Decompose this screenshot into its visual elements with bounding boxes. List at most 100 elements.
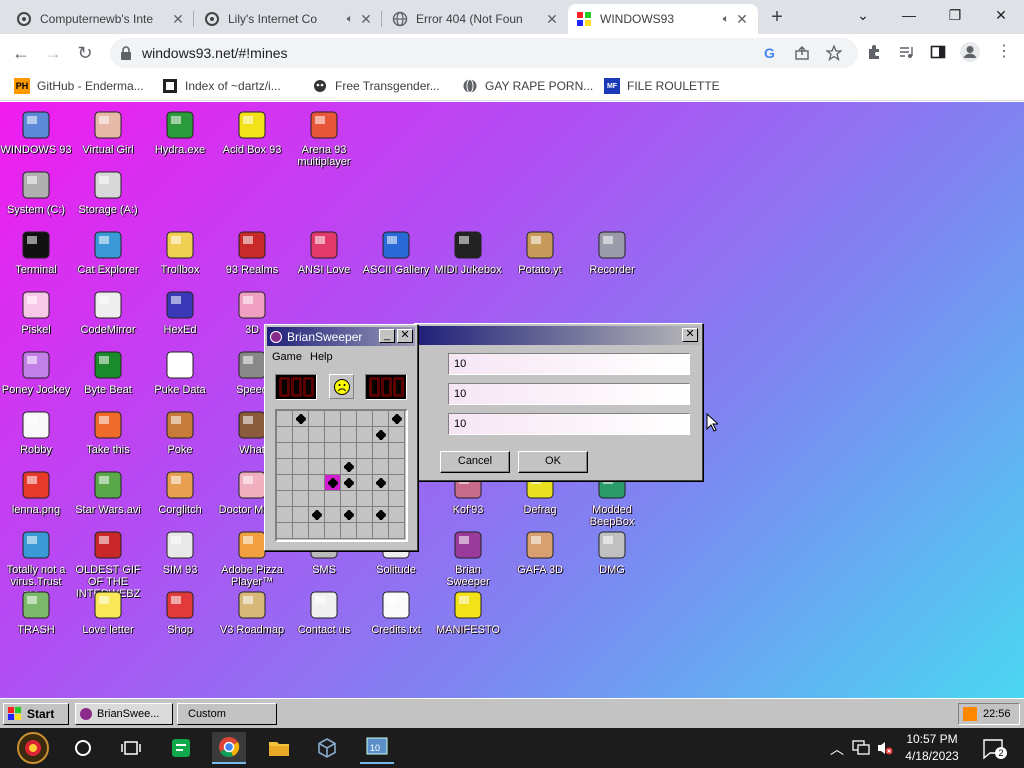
desktop-icon-love-letter[interactable]: Love letter: [72, 588, 144, 636]
height-field[interactable]: 10: [448, 353, 690, 375]
mine-cell[interactable]: [293, 491, 309, 507]
mine-cell[interactable]: [325, 507, 341, 523]
mine-cell[interactable]: [277, 411, 293, 427]
mine-cell[interactable]: [341, 523, 357, 539]
mines-field[interactable]: 10: [448, 413, 690, 435]
3d-box-icon[interactable]: [310, 732, 344, 764]
profile-avatar[interactable]: [960, 42, 980, 62]
briansweeper-window[interactable]: BrianSweeper _ ✕ Game Help 000: [264, 324, 418, 551]
start-orb-icon[interactable]: [16, 732, 50, 764]
desktop-icon-puke-data[interactable]: Puke Data: [144, 348, 216, 396]
menu-help[interactable]: Help: [310, 351, 333, 363]
file-explorer-icon[interactable]: [262, 732, 296, 764]
star-icon[interactable]: [825, 44, 843, 62]
mine-cell[interactable]: [373, 507, 389, 523]
mine-cell[interactable]: [325, 459, 341, 475]
mine-cell[interactable]: [293, 443, 309, 459]
mine-cell[interactable]: [373, 523, 389, 539]
chrome-icon[interactable]: [212, 732, 246, 764]
mine-cell[interactable]: [293, 459, 309, 475]
mine-cell[interactable]: [325, 475, 341, 491]
bookmark-globe-link[interactable]: GAY RAPE PORN...: [462, 77, 593, 95]
mine-cell[interactable]: [277, 523, 293, 539]
tab-error-404[interactable]: Error 404 (Not Foun ✕: [384, 4, 568, 34]
close-icon[interactable]: ✕: [734, 11, 750, 28]
task-view-icon[interactable]: [114, 732, 148, 764]
mine-cell[interactable]: [341, 475, 357, 491]
mine-grid[interactable]: [275, 409, 408, 542]
desktop-icon-cat-explorer[interactable]: Cat Explorer: [72, 228, 144, 276]
desktop-icon-byte-beat[interactable]: Byte Beat: [72, 348, 144, 396]
mine-cell[interactable]: [325, 523, 341, 539]
mine-cell[interactable]: [373, 475, 389, 491]
mine-cell[interactable]: [325, 443, 341, 459]
mine-cell[interactable]: [293, 427, 309, 443]
mine-cell[interactable]: [309, 507, 325, 523]
mine-cell[interactable]: [389, 475, 405, 491]
mine-cell[interactable]: [357, 443, 373, 459]
mine-cell[interactable]: [309, 427, 325, 443]
close-icon[interactable]: ✕: [397, 329, 413, 343]
desktop-icon-hexed[interactable]: HexEd: [144, 288, 216, 336]
bookmark-free-transgender[interactable]: Free Transgender...: [312, 77, 440, 95]
close-window-button[interactable]: ✕: [978, 0, 1024, 30]
more-menu-icon[interactable]: ⋮: [996, 44, 1012, 60]
mine-cell[interactable]: [357, 475, 373, 491]
sad-face-icon[interactable]: [329, 374, 354, 399]
search-icon[interactable]: [66, 732, 100, 764]
mine-cell[interactable]: [277, 491, 293, 507]
mine-cell[interactable]: [341, 411, 357, 427]
speaker-icon[interactable]: 🔈︎: [342, 13, 358, 26]
desktop-icon-93-realms[interactable]: 93 Realms: [216, 228, 288, 276]
desktop-icon-brian-sweeper[interactable]: Brian Sweeper: [432, 528, 504, 588]
desktop-icon-ansi-love[interactable]: ANSI Love: [288, 228, 360, 276]
w93-desktop[interactable]: WINDOWS 93 Virtual Girl Hydra.exe Acid Box …: [0, 102, 1024, 698]
mine-cell[interactable]: [373, 443, 389, 459]
tab-search-icon[interactable]: ⌄: [840, 0, 886, 30]
google-icon[interactable]: G: [762, 45, 778, 61]
menu-game[interactable]: Game: [272, 351, 302, 363]
desktop-icon-dmg[interactable]: DMG: [576, 528, 648, 576]
desktop-icon-poney-jockey[interactable]: Poney Jockey: [0, 348, 72, 396]
desktop-icon-manifesto[interactable]: MANIFESTO: [432, 588, 504, 636]
taskbar-item-custom[interactable]: Custom: [177, 703, 277, 725]
desktop-icon-midi-jukebox[interactable]: MIDI Jukebox: [432, 228, 504, 276]
mine-cell[interactable]: [309, 411, 325, 427]
media-icon[interactable]: [898, 44, 914, 60]
desktop-icon-trollbox[interactable]: Trollbox: [144, 228, 216, 276]
mine-cell[interactable]: [325, 491, 341, 507]
width-field[interactable]: 10: [448, 383, 690, 405]
desktop-icon-v3-roadmap[interactable]: V3 Roadmap: [216, 588, 288, 636]
desktop-icon-sim-93[interactable]: SIM 93: [144, 528, 216, 576]
mine-cell[interactable]: [293, 523, 309, 539]
desktop-icon-credits-txt[interactable]: Credits.txt: [360, 588, 432, 636]
address-bar[interactable]: windows93.net/#!mines G: [110, 38, 858, 68]
reload-icon[interactable]: ↻: [72, 40, 98, 66]
desktop-icon-recorder[interactable]: Recorder: [576, 228, 648, 276]
desktop-icon-storage-a[interactable]: Storage (A:): [72, 168, 144, 216]
mine-cell[interactable]: [373, 491, 389, 507]
briansweeper-titlebar[interactable]: BrianSweeper _ ✕: [267, 327, 415, 346]
mine-cell[interactable]: [277, 443, 293, 459]
mine-cell[interactable]: [357, 507, 373, 523]
mine-cell[interactable]: [325, 427, 341, 443]
desktop-icon-acid-box-93[interactable]: Acid Box 93: [216, 108, 288, 156]
desktop-icon-shop[interactable]: Shop: [144, 588, 216, 636]
mine-cell[interactable]: [357, 523, 373, 539]
mine-cell[interactable]: [341, 491, 357, 507]
mine-cell[interactable]: [293, 507, 309, 523]
extensions-icon[interactable]: [866, 44, 882, 60]
desktop-icon-hydra-exe[interactable]: Hydra.exe: [144, 108, 216, 156]
mine-cell[interactable]: [389, 459, 405, 475]
desktop-icon-arena-93-multiplayer[interactable]: Arena 93 multiplayer: [288, 108, 360, 168]
close-icon[interactable]: ✕: [682, 328, 698, 342]
desktop-icon-take-this[interactable]: Take this: [72, 408, 144, 456]
dialog-titlebar[interactable]: ✕: [417, 326, 700, 345]
desktop-icon-lenna-png[interactable]: lenna.png: [0, 468, 72, 516]
mine-cell[interactable]: [309, 475, 325, 491]
network-icon[interactable]: [852, 740, 870, 759]
chevron-up-icon[interactable]: ︿: [830, 739, 844, 759]
vm-app-icon[interactable]: 10: [360, 732, 394, 764]
mine-cell[interactable]: [357, 459, 373, 475]
mine-cell[interactable]: [325, 411, 341, 427]
